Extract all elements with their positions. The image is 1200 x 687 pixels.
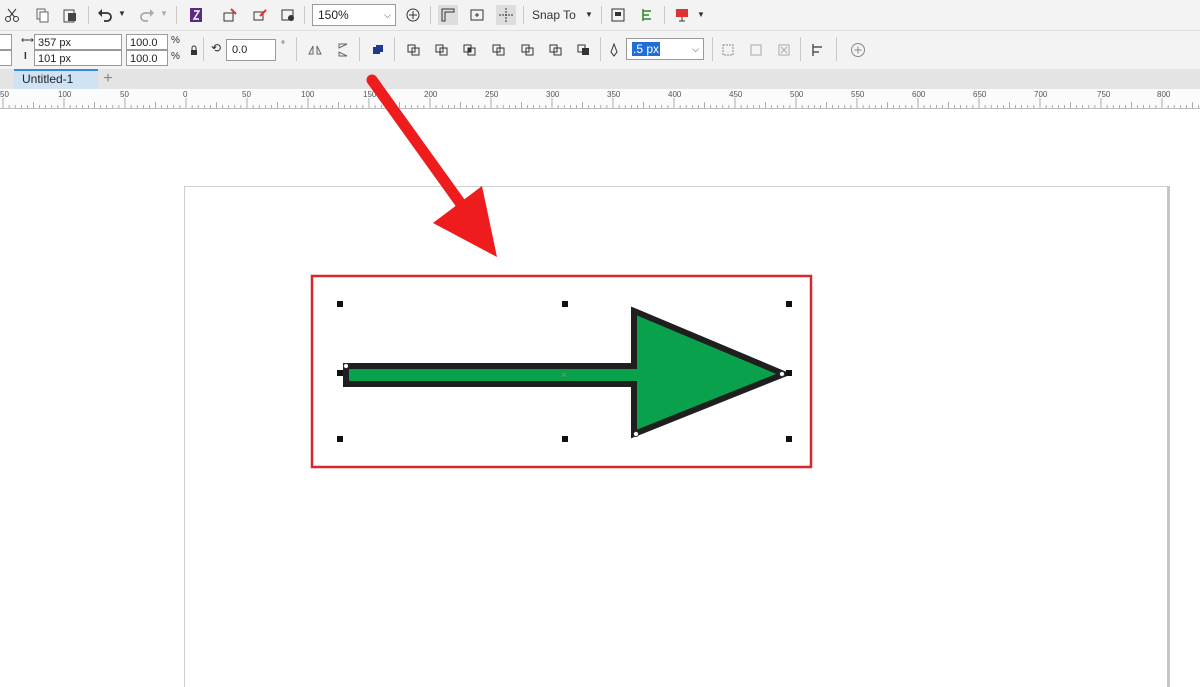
selection-handle-bottom-left[interactable] [337,436,343,442]
selection-handle-bottom-center[interactable] [562,436,568,442]
selection-handle-top-center[interactable] [562,301,568,307]
center-marker-icon: × [561,370,567,381]
selection-handle-middle-left[interactable] [337,370,343,376]
selection-handle-middle-right[interactable] [786,370,792,376]
selection-handle-top-right[interactable] [786,301,792,307]
pointer-arrow [366,74,497,257]
drawing-canvas: × [310,74,813,469]
selection-handle-bottom-right[interactable] [786,436,792,442]
selection-handle-top-left[interactable] [337,301,343,307]
